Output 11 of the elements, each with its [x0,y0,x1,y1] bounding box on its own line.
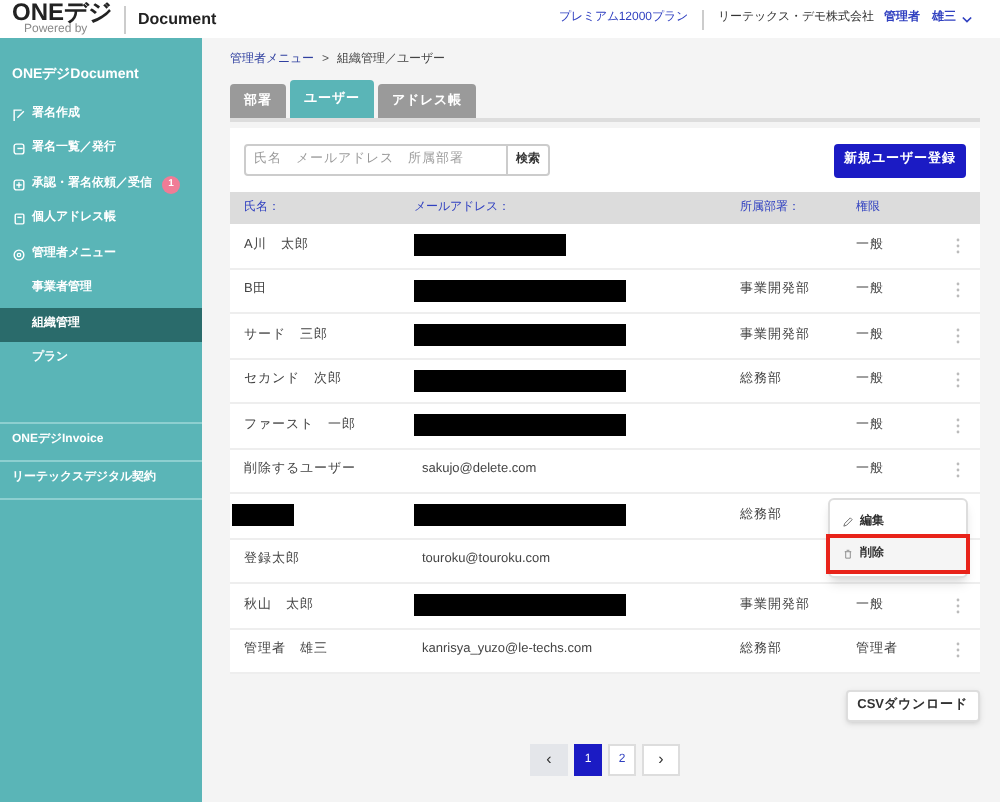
trash-icon [842,548,854,560]
chevron-down-icon [962,15,972,23]
pencil-icon [842,516,854,528]
document-icon [12,142,26,157]
address-book-icon [12,212,26,227]
previous-page-button[interactable]: ‹ [530,744,568,776]
plus-box-icon [12,177,26,192]
pen-icon [12,107,26,122]
settings-icon [12,247,26,262]
product-title: Document [138,7,217,31]
next-page-button[interactable]: › [642,744,680,776]
